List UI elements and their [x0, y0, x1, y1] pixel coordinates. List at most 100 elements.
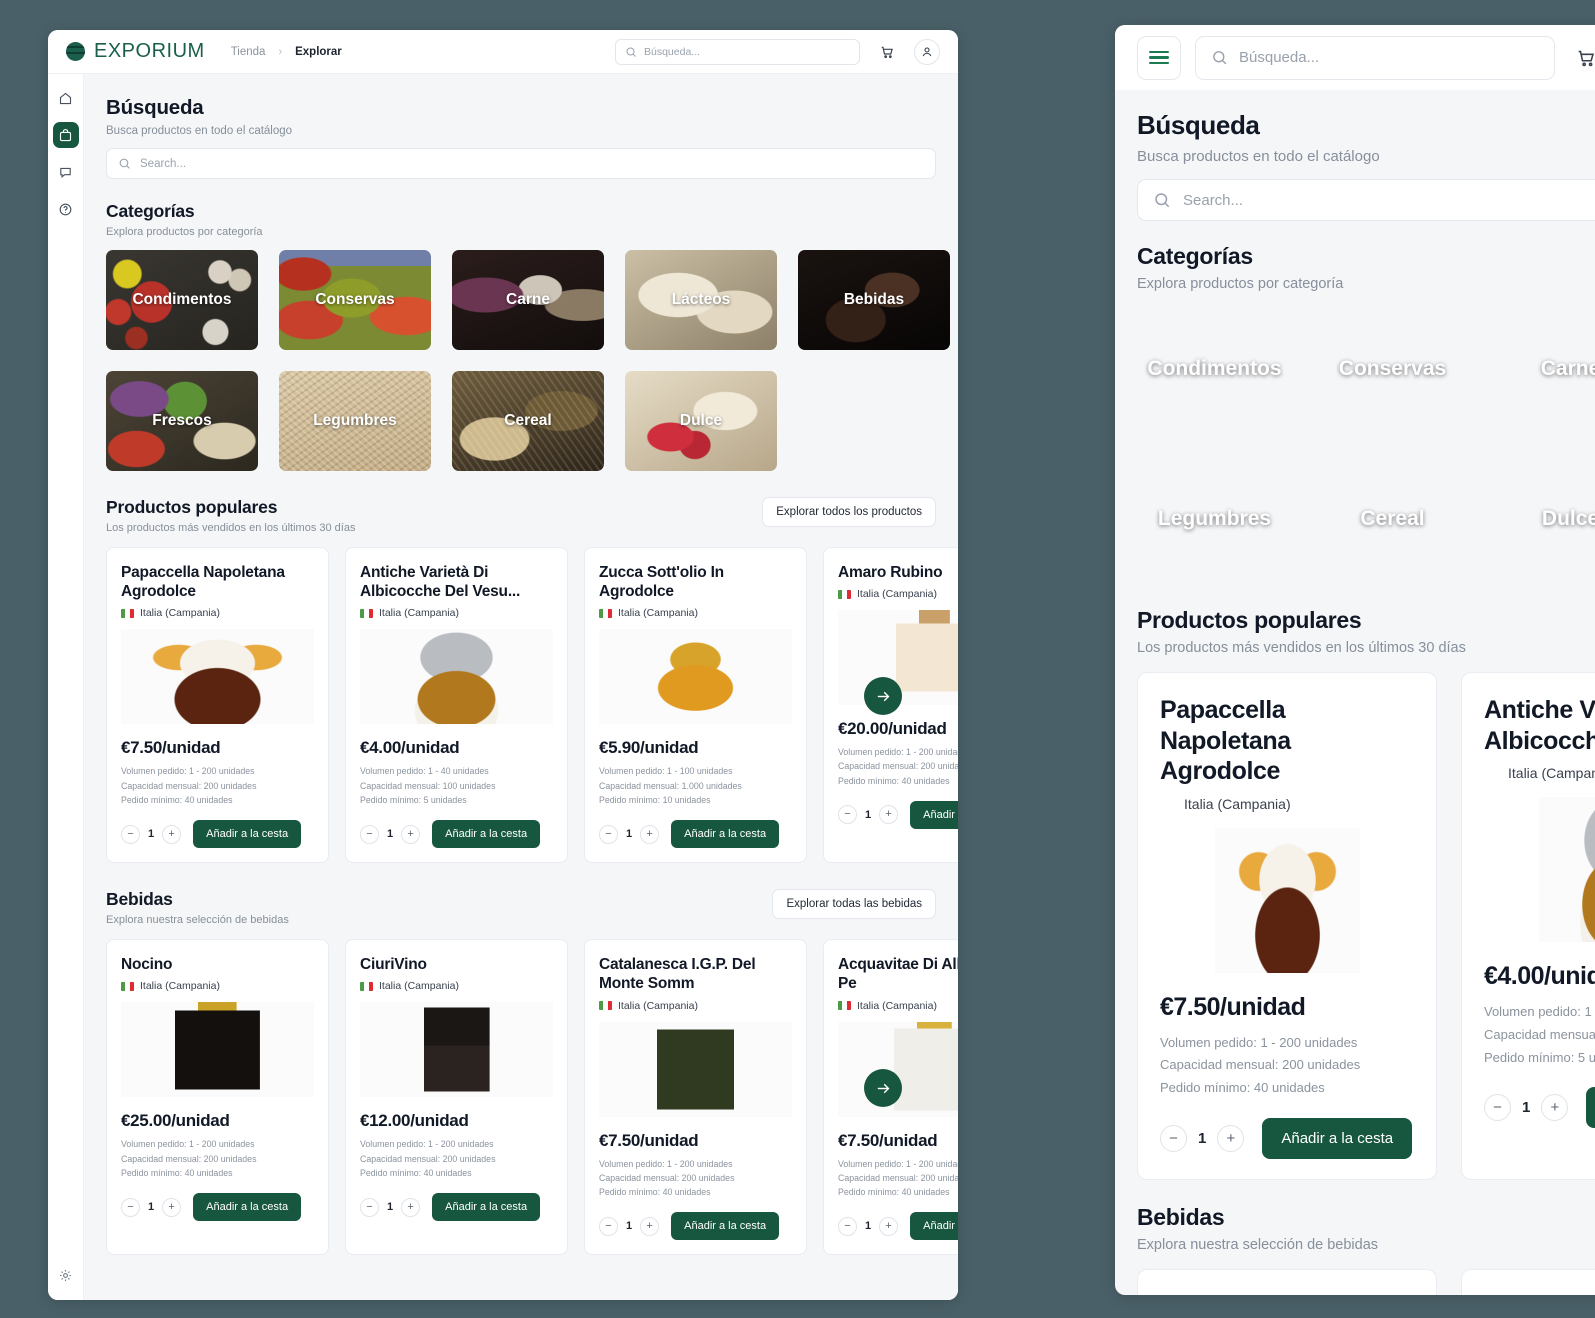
- carousel-next-button[interactable]: [864, 677, 902, 715]
- quantity-increment-button[interactable]: +: [401, 824, 421, 844]
- mobile-search-section: Búsqueda Busca productos en todo el catá…: [1115, 110, 1595, 221]
- quantity-increment-button[interactable]: +: [879, 1216, 899, 1236]
- product-actions: −1 + Añadir a la cesta: [599, 820, 792, 849]
- product-card[interactable]: CiuriVino Italia (Campania) €12.00/unidad V…: [345, 939, 568, 1256]
- quantity-increment-button[interactable]: +: [401, 1197, 421, 1217]
- explore-all-products-button[interactable]: Explorar todos los productos: [762, 497, 936, 527]
- quantity-decrement-button[interactable]: −: [599, 824, 618, 844]
- breadcrumb-root[interactable]: Tienda: [231, 46, 266, 58]
- category-tile-condimentos[interactable]: Condimentos: [1137, 306, 1292, 433]
- quantity-decrement-button[interactable]: −: [360, 1197, 379, 1217]
- account-button[interactable]: [914, 38, 940, 65]
- add-to-cart-button[interactable]: Añadir a la cesta: [910, 1212, 958, 1241]
- mobile-topbar-search-input[interactable]: Búsqueda...: [1195, 35, 1555, 80]
- mobile-bebidas-carousel[interactable]: NocinoItalia (Campania) CiuriVinoItalia (…: [1115, 1268, 1595, 1295]
- cart-button[interactable]: [874, 39, 900, 65]
- popular-products-carousel[interactable]: Papaccella Napoletana Agrodolce Italia (C…: [84, 547, 958, 864]
- quantity-increment-button[interactable]: +: [640, 1216, 660, 1236]
- category-tile-conservas[interactable]: Conservas: [279, 250, 431, 350]
- category-tile-conservas[interactable]: Conservas: [1315, 306, 1470, 433]
- quantity-value: 1: [626, 828, 633, 841]
- category-tile-carne[interactable]: Carne: [452, 250, 604, 350]
- add-to-cart-button[interactable]: Añadir a la cesta: [671, 1212, 780, 1241]
- category-tile-cereal[interactable]: Cereal: [452, 371, 604, 471]
- mobile-cart-button[interactable]: [1569, 41, 1595, 75]
- product-card[interactable]: Papaccella Napoletana Agrodolce Italia (C…: [1137, 672, 1437, 1180]
- search-section: Búsqueda Busca productos en todo el catá…: [84, 96, 958, 179]
- product-card[interactable]: Nocino Italia (Campania) €25.00/unidad Volu…: [106, 939, 329, 1256]
- product-meta: Volumen pedido: 1 - 200 unidades Capacida…: [121, 764, 314, 807]
- product-card[interactable]: CiuriVinoItalia (Campania): [1461, 1268, 1595, 1295]
- mobile-catalog-search-input[interactable]: Search...: [1137, 179, 1595, 221]
- product-origin: Italia (Campania): [1484, 765, 1595, 781]
- mobile-scroll-area[interactable]: Búsqueda Busca productos en todo el catá…: [1115, 90, 1595, 1295]
- category-tile-dulce[interactable]: Dulce: [625, 371, 777, 471]
- add-to-cart-button[interactable]: Añadir a la cesta: [910, 800, 958, 829]
- quantity-value: 1: [865, 808, 872, 821]
- brand-logo[interactable]: EXPORIUM: [66, 40, 205, 63]
- quantity-decrement-button[interactable]: −: [360, 824, 379, 844]
- quantity-decrement-button[interactable]: −: [1484, 1094, 1511, 1122]
- quantity-decrement-button[interactable]: −: [599, 1216, 618, 1236]
- sidebar-bottom: [48, 1262, 83, 1288]
- add-to-cart-button[interactable]: Añadir a la cesta: [1586, 1087, 1595, 1129]
- product-card[interactable]: Papaccella Napoletana Agrodolce Italia (C…: [106, 547, 329, 864]
- add-to-cart-button[interactable]: Añadir a la cesta: [193, 820, 302, 849]
- sidebar-item-messages[interactable]: [53, 159, 79, 185]
- quantity-decrement-button[interactable]: −: [1160, 1124, 1187, 1152]
- quantity-increment-button[interactable]: +: [162, 1197, 182, 1217]
- main-scroll-area[interactable]: Búsqueda Busca productos en todo el catá…: [84, 74, 958, 1300]
- mobile-popular-carousel[interactable]: Papaccella Napoletana Agrodolce Italia (C…: [1115, 672, 1595, 1180]
- category-tile-carne[interactable]: Carne: [1493, 306, 1595, 433]
- category-tile-label: Carne: [1540, 357, 1595, 381]
- product-card[interactable]: Catalanesca I.G.P. Del Monte Somm Italia …: [584, 939, 807, 1256]
- quantity-decrement-button[interactable]: −: [121, 1197, 140, 1217]
- add-to-cart-button[interactable]: Añadir a la cesta: [432, 1193, 541, 1222]
- quantity-increment-button[interactable]: +: [1541, 1094, 1569, 1122]
- product-name: Amaro Rubino: [838, 564, 943, 581]
- quantity-decrement-button[interactable]: −: [121, 824, 140, 844]
- add-to-cart-button[interactable]: Añadir a la cesta: [671, 820, 780, 849]
- quantity-stepper: −1 +: [1484, 1094, 1569, 1122]
- quantity-increment-button[interactable]: +: [1217, 1124, 1245, 1152]
- sidebar-item-settings[interactable]: [53, 1262, 79, 1288]
- sidebar-item-home[interactable]: [53, 85, 79, 111]
- product-card[interactable]: Zucca Sott'olio In Agrodolce Italia (Camp…: [584, 547, 807, 864]
- product-origin: Italia (Campania): [599, 607, 792, 619]
- quantity-decrement-button[interactable]: −: [838, 1216, 857, 1236]
- product-price: €4.00/unidad: [360, 738, 460, 758]
- topbar-search-input[interactable]: Búsqueda...: [615, 38, 860, 65]
- popular-subtitle: Los productos más vendidos en los último…: [106, 522, 356, 534]
- product-actions: −1 + Añadir a la cesta: [838, 1212, 958, 1241]
- add-to-cart-button[interactable]: Añadir a la cesta: [193, 1193, 302, 1222]
- category-tile-bebidas[interactable]: Bebidas: [798, 250, 950, 350]
- category-tile-cereal[interactable]: Cereal: [1315, 456, 1470, 583]
- mobile-categories-grid: Condimentos Conservas Carne Legumbres Cereal…: [1115, 306, 1595, 583]
- category-tile-legumbres[interactable]: Legumbres: [1137, 456, 1292, 583]
- carousel-next-button[interactable]: [864, 1069, 902, 1108]
- category-tile-condimentos[interactable]: Condimentos: [106, 250, 258, 350]
- sidebar-item-shop[interactable]: [52, 122, 79, 148]
- product-capacity: Capacidad mensual: 100 unidades: [360, 780, 496, 791]
- category-tile-lcteos[interactable]: Lácteos: [625, 250, 777, 350]
- breadcrumb-current[interactable]: Explorar: [295, 46, 342, 58]
- quantity-decrement-button[interactable]: −: [838, 805, 857, 825]
- add-to-cart-button[interactable]: Añadir a la cesta: [1262, 1117, 1413, 1159]
- explore-all-bebidas-button[interactable]: Explorar todas las bebidas: [772, 889, 936, 920]
- category-tile-dulce[interactable]: Dulce: [1493, 456, 1595, 583]
- add-to-cart-button[interactable]: Añadir a la cesta: [432, 820, 541, 849]
- product-card[interactable]: Antiche Varietà Di Albicocche Del Vesu..…: [345, 547, 568, 864]
- bebidas-products-carousel[interactable]: Nocino Italia (Campania) €25.00/unidad Volu…: [84, 939, 958, 1256]
- catalog-search-input[interactable]: Search...: [106, 148, 936, 179]
- product-card[interactable]: Antiche Varietà Di Albicocche Italia (Cam…: [1461, 672, 1595, 1180]
- italy-flag-icon: [360, 981, 373, 991]
- category-tile-frescos[interactable]: Frescos: [106, 371, 258, 471]
- mobile-page-subtitle: Busca productos en todo el catálogo: [1137, 148, 1380, 165]
- quantity-increment-button[interactable]: +: [162, 824, 182, 844]
- sidebar-item-help[interactable]: [53, 196, 79, 222]
- product-card[interactable]: NocinoItalia (Campania): [1137, 1268, 1437, 1295]
- quantity-increment-button[interactable]: +: [879, 805, 899, 825]
- category-tile-legumbres[interactable]: Legumbres: [279, 371, 431, 471]
- quantity-increment-button[interactable]: +: [640, 824, 660, 844]
- mobile-menu-button[interactable]: [1137, 35, 1181, 80]
